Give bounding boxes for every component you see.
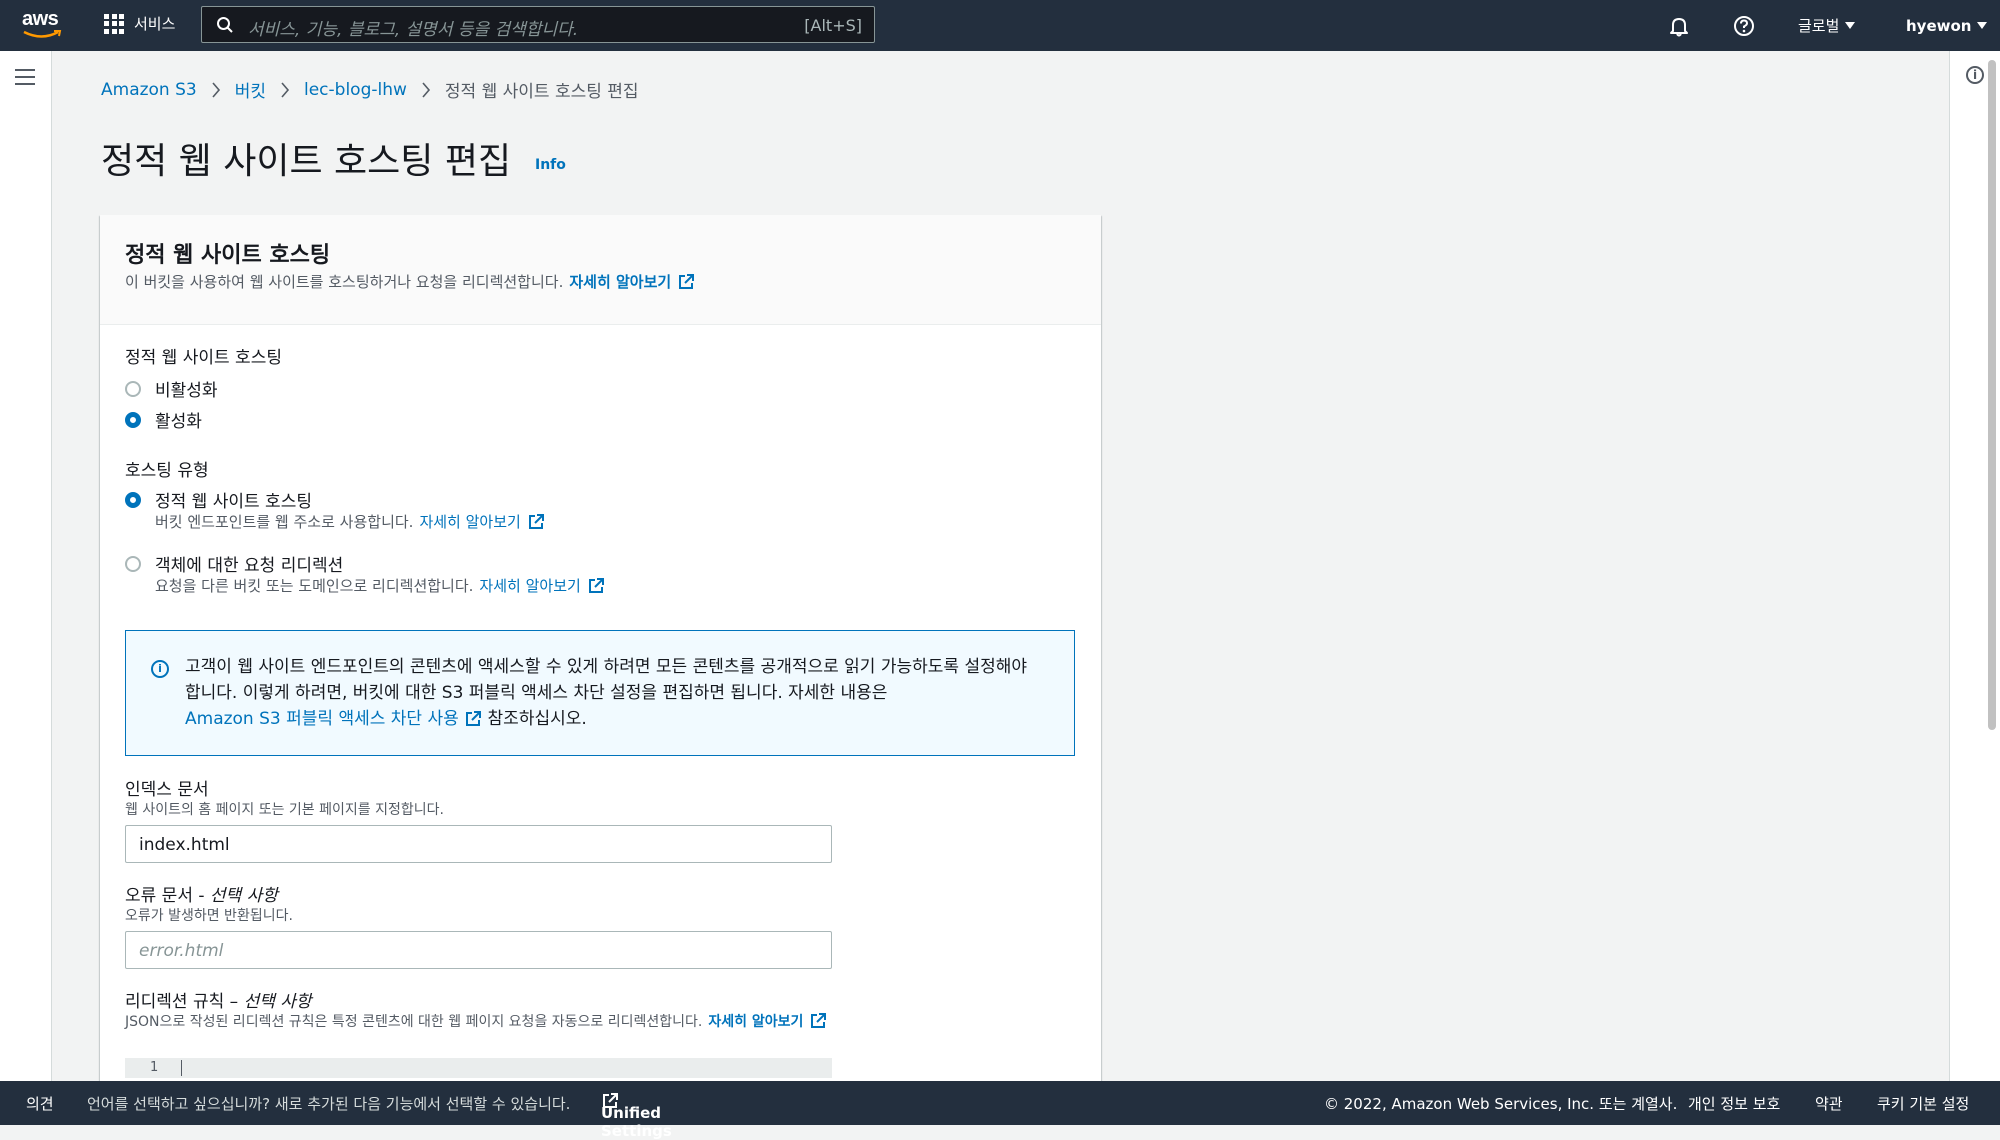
learn-more-link[interactable]: 자세히 알아보기 <box>479 575 580 596</box>
info-panel-icon[interactable]: i <box>1966 66 1984 84</box>
error-doc-label: 오류 문서 - 선택 사항 <box>125 881 278 906</box>
panel-description: 이 버킷을 사용하여 웹 사이트를 호스팅하거나 요청을 리디렉션합니다. 자세… <box>125 271 695 292</box>
redirect-rules-label-text: 리디렉션 규칙 – <box>125 992 244 1012</box>
breadcrumb-amazon-s3[interactable]: Amazon S3 <box>101 80 197 100</box>
radio-button-selected[interactable] <box>125 491 141 508</box>
radio-label: 정적 웹 사이트 호스팅 <box>155 492 312 512</box>
search-placeholder: 서비스, 기능, 블로그, 설명서 등을 검색합니다. <box>248 20 579 40</box>
error-doc-label-text: 오류 문서 - <box>125 886 210 906</box>
logo-text: aws <box>22 8 59 30</box>
alert-text: 고객이 웹 사이트 엔드포인트의 콘텐츠에 액세스할 수 있게 하려면 모든 콘… <box>185 657 1028 703</box>
region-label: 글로벌 <box>1798 17 1840 35</box>
option-desc: 버킷 엔드포인트를 웹 주소로 사용합니다. <box>155 513 414 531</box>
aws-logo[interactable]: aws <box>22 8 66 42</box>
radio-enable[interactable]: 활성화 <box>125 407 202 432</box>
redirect-rules-label: 리디렉션 규칙 – 선택 사항 <box>125 987 312 1012</box>
radio-button-selected[interactable] <box>125 411 141 428</box>
error-document-input[interactable]: error.html <box>125 931 832 969</box>
search-icon <box>217 17 233 33</box>
redirect-rules-desc: JSON으로 작성된 리디렉션 규칙은 특정 콘텐츠에 대한 웹 페이지 요청을… <box>125 1011 827 1031</box>
top-navigation: aws 서비스 서비스, 기능, 블로그, 설명서 등을 검색합니다. [Alt… <box>0 0 2000 51</box>
option-desc: 요청을 다른 버킷 또는 도메인으로 리디렉션합니다. <box>155 577 474 595</box>
chevron-right-icon <box>281 81 290 98</box>
search-shortcut: [Alt+S] <box>804 16 862 35</box>
account-menu[interactable]: hyewon <box>1906 0 1988 51</box>
scrollbar[interactable] <box>1988 60 1996 730</box>
radio-label: 활성화 <box>155 412 202 432</box>
block-public-access-link[interactable]: Amazon S3 퍼블릭 액세스 차단 사용 <box>185 709 459 729</box>
left-rail <box>0 51 52 1081</box>
info-alert: i 고객이 웹 사이트 엔드포인트의 콘텐츠에 액세스할 수 있게 하려면 모든… <box>125 630 1075 756</box>
radio-redirect[interactable]: 객체에 대한 요청 리디렉션 <box>125 551 343 576</box>
panel-description-text: 이 버킷을 사용하여 웹 사이트를 호스팅하거나 요청을 리디렉션합니다. <box>125 273 564 291</box>
bell-icon <box>1670 17 1688 36</box>
learn-more-link[interactable]: 자세히 알아보기 <box>708 1011 803 1031</box>
radio-label: 객체에 대한 요청 리디렉션 <box>155 556 344 576</box>
radio-label: 비활성화 <box>155 381 218 401</box>
optional-text: 선택 사항 <box>243 992 312 1012</box>
breadcrumb: Amazon S3 버킷 lec-blog-lhw 정적 웹 사이트 호스팅 편… <box>101 77 639 103</box>
redirect-desc-text: JSON으로 작성된 리디렉션 규칙은 특정 콘텐츠에 대한 웹 페이지 요청을… <box>125 1014 703 1030</box>
breadcrumb-bucket[interactable]: lec-blog-lhw <box>304 80 407 100</box>
page-title: 정적 웹 사이트 호스팅 편집 <box>101 141 512 182</box>
chevron-right-icon <box>212 81 220 98</box>
notifications-button[interactable] <box>1668 0 1690 51</box>
alert-text-end: 참조하십시오. <box>487 709 587 729</box>
feedback-link[interactable]: 의견 <box>26 1093 54 1114</box>
external-link-icon <box>679 273 695 289</box>
language-message: 언어를 선택하고 싶으십니까? 새로 추가된 다음 기능에서 선택할 수 있습니… <box>87 1095 571 1113</box>
services-label: 서비스 <box>134 15 176 33</box>
chevron-right-icon <box>422 81 430 98</box>
static-hosting-panel: 정적 웹 사이트 호스팅 이 버킷을 사용하여 웹 사이트를 호스팅하거나 요청… <box>100 215 1101 1095</box>
help-button[interactable] <box>1733 0 1755 51</box>
index-document-input[interactable]: index.html <box>125 825 832 863</box>
caret-down-icon <box>1845 22 1856 29</box>
breadcrumb-current: 정적 웹 사이트 호스팅 편집 <box>444 82 639 102</box>
services-menu[interactable]: 서비스 <box>104 13 175 34</box>
hosting-type-label: 호스팅 유형 <box>125 461 209 481</box>
optional-text: 선택 사항 <box>209 886 278 906</box>
panel-header: 정적 웹 사이트 호스팅 이 버킷을 사용하여 웹 사이트를 호스팅하거나 요청… <box>100 215 1101 325</box>
info-link[interactable]: Info <box>535 157 566 173</box>
learn-more-label: 자세히 알아보기 <box>569 273 672 291</box>
copyright: © 2022, Amazon Web Services, Inc. 또는 계열사… <box>1324 1095 1678 1113</box>
hosting-label: 정적 웹 사이트 호스팅 <box>125 348 282 368</box>
redirect-desc: 요청을 다른 버킷 또는 도메인으로 리디렉션합니다. 자세히 알아보기 <box>155 575 605 596</box>
learn-more-link[interactable]: 자세히 알아보기 <box>569 271 671 292</box>
text-cursor <box>181 1060 182 1076</box>
smile-icon <box>23 30 62 38</box>
help-icon <box>1734 15 1754 36</box>
username: hyewon <box>1906 16 1972 35</box>
redirect-rules-editor[interactable]: 1 <box>125 1058 832 1078</box>
grid-icon <box>104 13 124 34</box>
index-doc-desc: 웹 사이트의 홈 페이지 또는 기본 페이지를 지정합니다. <box>125 802 444 818</box>
unified-settings-label: Unified Settings <box>601 1104 672 1140</box>
radio-static-hosting[interactable]: 정적 웹 사이트 호스팅 <box>125 487 312 512</box>
external-link-icon <box>811 1013 827 1028</box>
info-icon: i <box>151 660 169 678</box>
external-link-icon <box>528 513 544 529</box>
menu-icon[interactable] <box>15 69 35 90</box>
privacy-link[interactable]: 개인 정보 보호 <box>1688 1093 1780 1114</box>
radio-button[interactable] <box>125 555 141 572</box>
external-link-icon <box>588 577 604 593</box>
line-number: 1 <box>150 1060 159 1075</box>
region-selector[interactable]: 글로벌 <box>1798 0 1856 51</box>
learn-more-link[interactable]: 자세히 알아보기 <box>419 511 520 532</box>
static-hosting-desc: 버킷 엔드포인트를 웹 주소로 사용합니다. 자세히 알아보기 <box>155 511 545 532</box>
terms-link[interactable]: 약관 <box>1815 1093 1843 1114</box>
error-doc-desc: 오류가 발생하면 반환됩니다. <box>125 908 293 924</box>
caret-down-icon <box>1977 22 1988 29</box>
index-doc-label: 인덱스 문서 <box>125 780 209 800</box>
cookie-preferences-link[interactable]: 쿠키 기본 설정 <box>1877 1093 1969 1114</box>
panel-title: 정적 웹 사이트 호스팅 <box>125 243 331 268</box>
radio-disable[interactable]: 비활성화 <box>125 376 218 401</box>
radio-button[interactable] <box>125 380 141 397</box>
unified-settings-link[interactable]: Unified Settings <box>601 1092 672 1140</box>
footer: 의견 언어를 선택하고 싶으십니까? 새로 추가된 다음 기능에서 선택할 수 … <box>0 1081 2000 1140</box>
search-input[interactable]: 서비스, 기능, 블로그, 설명서 등을 검색합니다. [Alt+S] <box>201 6 875 43</box>
alert-body: 고객이 웹 사이트 엔드포인트의 콘텐츠에 액세스할 수 있게 하려면 모든 콘… <box>185 654 1045 732</box>
breadcrumb-buckets[interactable]: 버킷 <box>235 77 266 102</box>
external-link-icon <box>466 711 482 726</box>
